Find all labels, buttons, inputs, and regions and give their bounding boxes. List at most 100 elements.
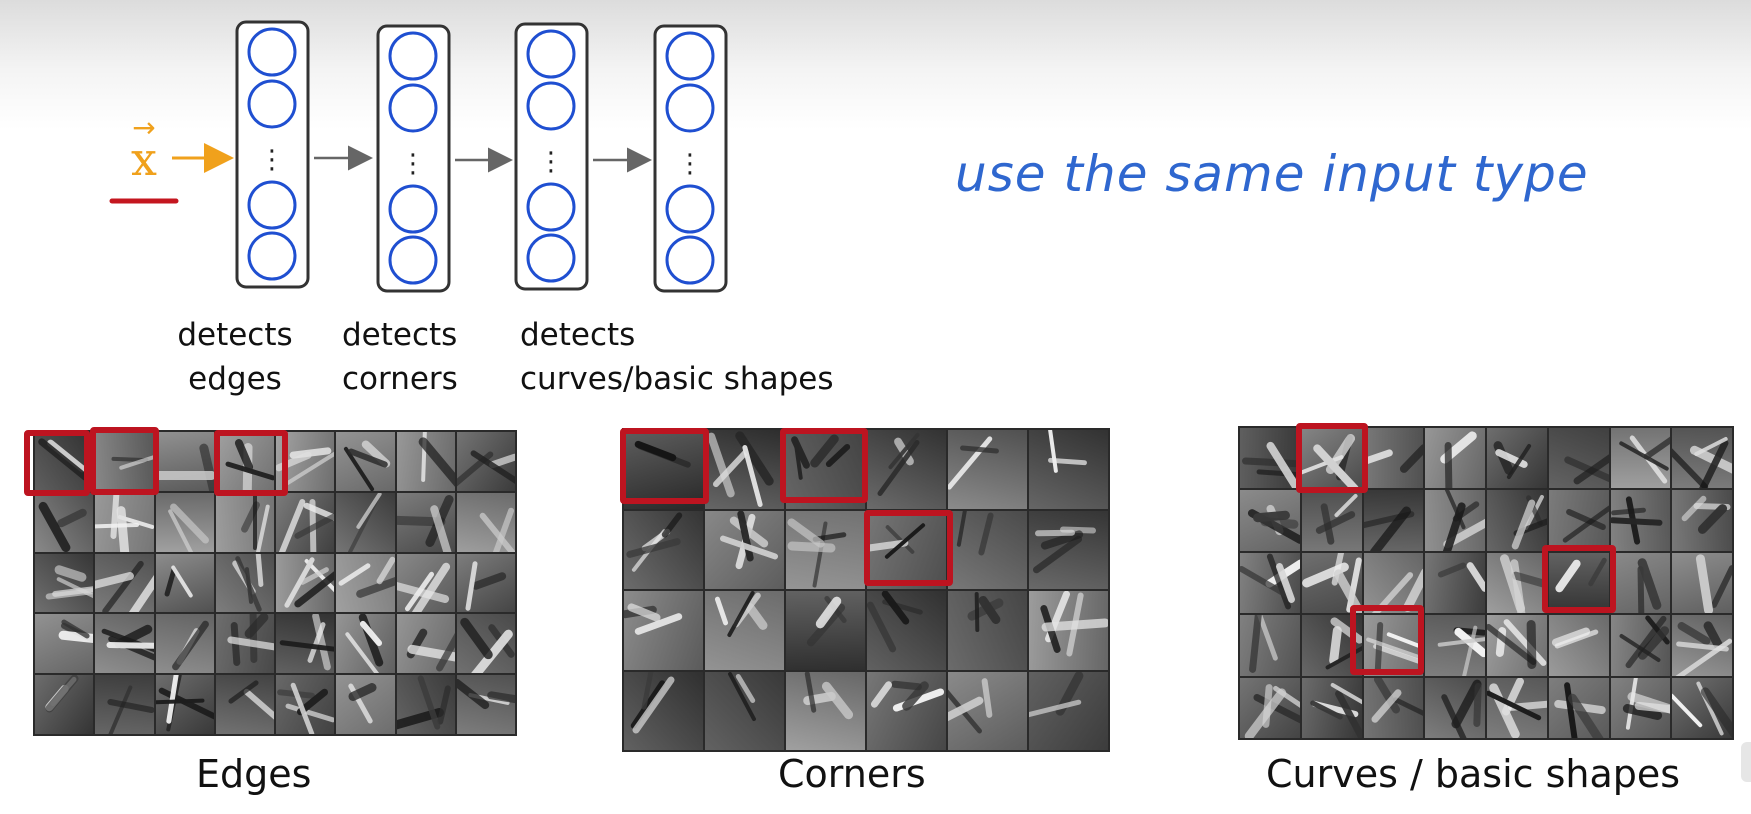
- feature-stroke: [1029, 698, 1082, 718]
- feature-tile: [456, 492, 515, 552]
- feature-tile: [1240, 428, 1300, 489]
- feature-tile: [705, 591, 784, 670]
- feature-stroke: [956, 510, 968, 547]
- feature-stroke: [107, 698, 154, 714]
- feature-tile: [396, 614, 455, 674]
- feature-stroke: [255, 553, 264, 587]
- feature-tile: [624, 510, 703, 589]
- feature-tile: [1672, 615, 1732, 676]
- feature-stroke: [337, 561, 372, 587]
- feature-stroke: [714, 596, 729, 626]
- output-layer: ⋮: [653, 24, 728, 293]
- feature-tile: [35, 492, 94, 552]
- feature-tile: [1240, 677, 1300, 738]
- feature-tile: [1363, 428, 1424, 489]
- feature-tile: [215, 492, 274, 552]
- feature-tile: [336, 675, 395, 734]
- feature-stroke: [1054, 671, 1085, 717]
- feature-tile: [1487, 428, 1547, 489]
- feature-stroke: [1465, 560, 1485, 593]
- feature-tile: [1548, 490, 1609, 551]
- feature-tile: [276, 614, 335, 674]
- feature-stroke: [239, 499, 261, 534]
- feature-tile: [1548, 677, 1609, 738]
- layer-ellipsis: ⋮: [538, 147, 564, 177]
- feature-stroke: [977, 511, 995, 556]
- feature-tile: [786, 510, 865, 589]
- feature-tile: [1487, 677, 1547, 738]
- feature-stroke: [157, 686, 214, 723]
- feature-tile: [948, 591, 1027, 670]
- feature-tile: [1240, 552, 1300, 614]
- feature-tile: [1425, 490, 1485, 551]
- feature-stroke: [1642, 435, 1671, 461]
- feature-stroke: [812, 520, 828, 588]
- feature-tile: [948, 671, 1027, 750]
- feature-tile: [1487, 615, 1547, 676]
- feature-stroke: [43, 675, 81, 715]
- feature-tile: [215, 553, 274, 613]
- feature-stroke: [355, 492, 383, 530]
- highlight-box: [90, 427, 159, 495]
- feature-tile: [1487, 552, 1547, 614]
- layer-ellipsis: ⋮: [677, 149, 703, 179]
- feature-stroke: [1437, 561, 1468, 579]
- feature-stroke: [631, 674, 676, 735]
- feature-stroke: [170, 619, 210, 673]
- feature-stroke: [660, 510, 684, 539]
- feature-tile: [396, 432, 455, 491]
- feature-stroke: [1473, 682, 1483, 727]
- feature-tile: [624, 591, 703, 670]
- feature-stroke: [1699, 685, 1732, 738]
- feature-stroke: [1047, 430, 1059, 474]
- feature-stroke: [277, 497, 307, 552]
- feature-tile: [336, 553, 395, 613]
- feature-tile: [456, 432, 515, 491]
- edge-handle: [1741, 742, 1751, 782]
- feature-tile: [1301, 490, 1362, 551]
- input-type-note: use the same input type: [955, 145, 1589, 203]
- caption-corners: Corners: [778, 752, 926, 796]
- feature-tile: [1425, 428, 1485, 489]
- feature-stroke: [1241, 457, 1300, 468]
- feature-tile: [155, 614, 214, 674]
- highlight-box: [1542, 545, 1616, 613]
- feature-tile: [35, 614, 94, 674]
- feature-tile: [456, 675, 515, 734]
- feature-stroke: [103, 685, 134, 734]
- feature-stroke: [458, 616, 495, 662]
- feature-tile: [1672, 677, 1732, 738]
- highlight-box: [1296, 423, 1368, 493]
- feature-tile: [948, 430, 1027, 509]
- feature-tile: [624, 671, 703, 750]
- layer-label-line: edges: [188, 361, 282, 397]
- feature-tile: [948, 510, 1027, 589]
- feature-stroke: [1672, 692, 1704, 728]
- hidden-layer-2: ⋮: [376, 24, 451, 293]
- layer-label-line: curves/basic shapes: [520, 361, 834, 397]
- feature-tile: [786, 591, 865, 670]
- feature-stroke: [197, 442, 214, 491]
- feature-tile: [705, 430, 784, 509]
- feature-tile: [867, 430, 946, 509]
- feature-stroke: [55, 507, 89, 529]
- feature-stroke: [804, 671, 817, 713]
- feature-stroke: [242, 687, 274, 727]
- feature-tile: [867, 671, 946, 750]
- feature-tile: [396, 675, 455, 734]
- feature-stroke: [36, 500, 73, 552]
- feature-tile: [1672, 428, 1732, 489]
- caption-shapes: Curves / basic shapes: [1266, 752, 1681, 796]
- feature-tile: [35, 553, 94, 613]
- feature-tile: [1610, 615, 1671, 676]
- feature-tile: [95, 675, 154, 734]
- feature-tile: [1425, 552, 1485, 614]
- caption-edges: Edges: [196, 752, 312, 796]
- feature-tile: [1548, 615, 1609, 676]
- feature-stroke: [347, 498, 379, 552]
- layer-label-line: detects: [520, 317, 636, 353]
- feature-tile: [1610, 552, 1671, 614]
- feature-tile: [95, 492, 154, 552]
- feature-tile: [215, 614, 274, 674]
- input-symbol: x: [131, 132, 157, 186]
